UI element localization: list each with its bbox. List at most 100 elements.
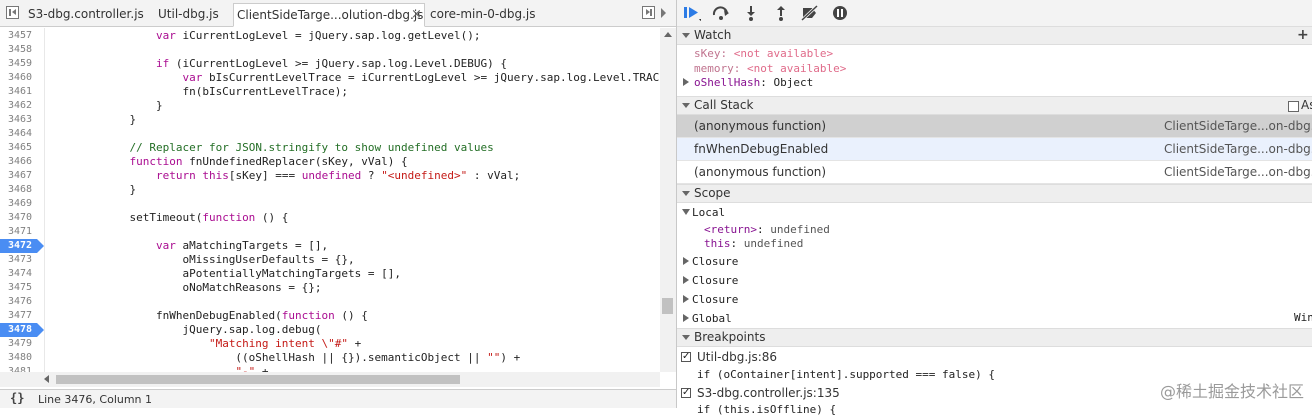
code-line[interactable]: 3457 var iCurrentLogLevel = jQuery.sap.l…	[0, 29, 660, 43]
vertical-scrollbar[interactable]	[660, 28, 676, 372]
code-line[interactable]: 3463 }	[0, 113, 660, 127]
line-number[interactable]: 3458	[0, 43, 44, 57]
code-line[interactable]: 3478 jQuery.sap.log.debug(	[0, 323, 660, 337]
pause-on-exceptions-icon[interactable]	[831, 5, 849, 21]
breakpoints-section-header[interactable]: Breakpoints	[677, 328, 1312, 347]
code-editor[interactable]: 3457 var iCurrentLogLevel = jQuery.sap.l…	[0, 28, 660, 372]
tab-overflow-icon[interactable]	[661, 8, 666, 18]
scope-closure[interactable]: Closure	[692, 293, 738, 306]
code-line[interactable]: 3480 ((oShellHash || {}).semanticObject …	[0, 351, 660, 365]
line-number[interactable]: 3467	[0, 169, 44, 183]
scroll-left-icon[interactable]	[44, 375, 49, 383]
step-over-icon[interactable]	[712, 5, 730, 21]
breakpoint-location[interactable]: S3-dbg.controller.js:135	[697, 386, 840, 400]
breakpoint-location[interactable]: Util-dbg.js:86	[697, 350, 777, 364]
line-number[interactable]: 3473	[0, 253, 44, 267]
line-number[interactable]: 3471	[0, 225, 44, 239]
code-line[interactable]: 3473 oMissingUserDefaults = {},	[0, 253, 660, 267]
breakpoint-code[interactable]: if (this.isOffline) {	[697, 403, 836, 416]
breakpoint-checkbox[interactable]: ✓	[681, 352, 691, 362]
toggle-navigator-icon[interactable]	[6, 6, 19, 19]
tab-clientsidetarget-resolution[interactable]: ClientSideTarge...olution-dbg.js ×	[233, 3, 425, 27]
scope-closure[interactable]: Closure	[692, 274, 738, 287]
deactivate-breakpoints-icon[interactable]	[801, 5, 819, 21]
line-number[interactable]: 3476	[0, 295, 44, 309]
line-number[interactable]: 3475	[0, 281, 44, 295]
pretty-print-icon[interactable]: {}	[10, 391, 24, 405]
breakpoint-marker[interactable]: 3472	[0, 239, 44, 253]
call-frame[interactable]: (anonymous function) ClientSideTarge...on…	[677, 161, 1312, 184]
line-number[interactable]: 3474	[0, 267, 44, 281]
call-frame[interactable]: (anonymous function) ClientSideTarge...on…	[677, 115, 1312, 138]
code-line[interactable]: 3474 aPotentiallyMatchingTargets = [],	[0, 267, 660, 281]
async-checkbox[interactable]	[1288, 101, 1299, 112]
code-line[interactable]: 3469	[0, 197, 660, 211]
call-frame[interactable]: fnWhenDebugEnabled ClientSideTarge...on-d…	[677, 138, 1312, 161]
scope-global[interactable]: Global	[692, 312, 732, 325]
watch-expression[interactable]: sKey: <not available>	[694, 47, 833, 60]
code-line[interactable]: 3470 setTimeout(function () {	[0, 211, 660, 225]
code-line[interactable]: 3464	[0, 127, 660, 141]
code-line[interactable]: 3477 fnWhenDebugEnabled(function () {	[0, 309, 660, 323]
line-number[interactable]: 3481	[0, 365, 44, 372]
step-out-icon[interactable]	[772, 5, 790, 21]
breakpoint-checkbox[interactable]: ✓	[681, 388, 691, 398]
line-number[interactable]: 3465	[0, 141, 44, 155]
code-line[interactable]: 3475 oNoMatchReasons = {};	[0, 281, 660, 295]
horizontal-scrollbar[interactable]	[0, 372, 660, 387]
horizontal-scroll-thumb[interactable]	[56, 375, 460, 384]
expand-arrow-icon[interactable]	[683, 257, 689, 265]
toggle-debugger-sidebar-icon[interactable]	[642, 6, 655, 19]
line-number[interactable]: 3477	[0, 309, 44, 323]
vertical-scroll-thumb[interactable]	[662, 298, 673, 314]
code-line[interactable]: 3458	[0, 43, 660, 57]
line-number[interactable]: 3466	[0, 155, 44, 169]
line-number[interactable]: 3468	[0, 183, 44, 197]
collapse-arrow-icon[interactable]	[682, 209, 690, 215]
scope-local[interactable]: Local	[692, 206, 725, 219]
code-line[interactable]: 3479 "Matching intent \"#" +	[0, 337, 660, 351]
tab-core-min-dbg[interactable]: core-min-0-dbg.js	[430, 3, 536, 27]
line-number[interactable]: 3480	[0, 351, 44, 365]
expand-arrow-icon[interactable]	[683, 276, 689, 284]
code-line[interactable]: 3466 function fnUndefinedReplacer(sKey, …	[0, 155, 660, 169]
code-line[interactable]: 3461 fn(bIsCurrentLevelTrace);	[0, 85, 660, 99]
code-line[interactable]: 3472 var aMatchingTargets = [],	[0, 239, 660, 253]
expand-arrow-icon[interactable]	[683, 295, 689, 303]
expand-arrow-icon[interactable]	[683, 314, 689, 322]
code-line[interactable]: 3476	[0, 295, 660, 309]
code-line[interactable]: 3467 return this[sKey] === undefined ? "…	[0, 169, 660, 183]
tab-s3-dbg-controller[interactable]: S3-dbg.controller.js	[28, 3, 144, 27]
resume-icon[interactable]	[683, 5, 701, 21]
close-tab-icon[interactable]: ×	[411, 4, 422, 26]
scope-section-header[interactable]: Scope	[677, 184, 1312, 203]
breakpoint-code[interactable]: if (oContainer[intent].supported === fal…	[697, 368, 995, 381]
watch-expression[interactable]: memory: <not available>	[694, 62, 846, 75]
line-number[interactable]: 3460	[0, 71, 44, 85]
line-number[interactable]: 3462	[0, 99, 44, 113]
scroll-up-icon[interactable]	[664, 32, 672, 37]
line-number[interactable]: 3463	[0, 113, 44, 127]
line-number[interactable]: 3457	[0, 29, 44, 43]
line-number[interactable]: 3461	[0, 85, 44, 99]
code-line[interactable]: 3465 // Replacer for JSON.stringify to s…	[0, 141, 660, 155]
line-number[interactable]: 3470	[0, 211, 44, 225]
code-line[interactable]: 3462 }	[0, 99, 660, 113]
line-number[interactable]: 3464	[0, 127, 44, 141]
scope-closure[interactable]: Closure	[692, 255, 738, 268]
breakpoint-marker[interactable]: 3478	[0, 323, 44, 337]
code-line[interactable]: 3481 "-" +	[0, 365, 660, 372]
call-stack-section-header[interactable]: Call Stack As	[677, 96, 1312, 115]
line-number[interactable]: 3479	[0, 337, 44, 351]
code-line[interactable]: 3459 if (iCurrentLogLevel >= jQuery.sap.…	[0, 57, 660, 71]
add-watch-icon[interactable]: +	[1297, 27, 1309, 44]
tab-util-dbg[interactable]: Util-dbg.js	[158, 3, 219, 27]
expand-arrow-icon[interactable]	[683, 78, 689, 86]
code-line[interactable]: 3468 }	[0, 183, 660, 197]
watch-expression[interactable]: oShellHash: Object	[694, 76, 813, 89]
step-into-icon[interactable]	[742, 5, 760, 21]
line-number[interactable]: 3459	[0, 57, 44, 71]
line-number[interactable]: 3469	[0, 197, 44, 211]
code-line[interactable]: 3460 var bIsCurrentLevelTrace = iCurrent…	[0, 71, 660, 85]
watch-section-header[interactable]: Watch +	[677, 26, 1312, 45]
